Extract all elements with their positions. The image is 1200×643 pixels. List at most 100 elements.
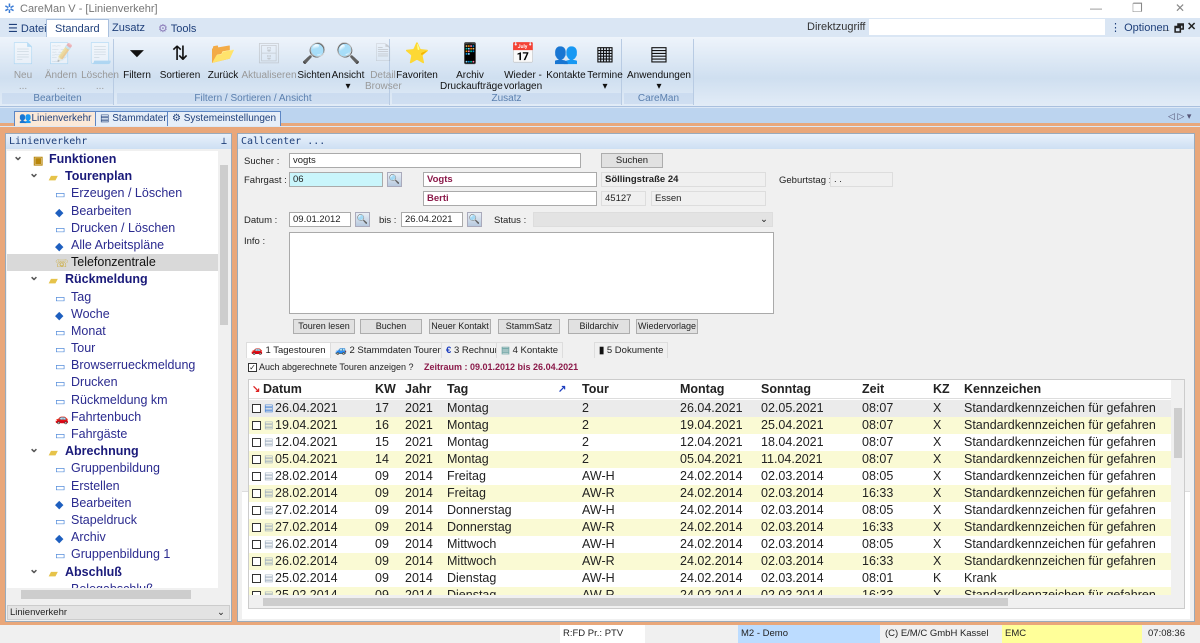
row-checkbox[interactable] <box>252 574 261 583</box>
tree-item[interactable]: ▭ Drucken / Löschen <box>7 220 218 237</box>
tree-vertical-scrollbar[interactable] <box>218 151 230 588</box>
tree-item[interactable]: ▭ Erzeugen / Löschen <box>7 185 218 202</box>
doctab-systemeinstellungen[interactable]: ⚙ Systemeinstellungen <box>167 111 282 126</box>
show-billed-checkbox[interactable]: ✓ Auch abgerechnete Touren anzeigen ? <box>248 362 413 372</box>
scroll-thumb[interactable] <box>21 590 191 599</box>
datum-von-picker-button[interactable]: 🔍 <box>355 212 370 227</box>
ribbon-button-anwendungen[interactable]: ▤ Anwendungen ▾ <box>626 41 692 92</box>
chevron-down-icon[interactable]: ⌄ <box>13 151 23 165</box>
tree-item[interactable]: ◆ Alle Arbeitspläne <box>7 237 218 254</box>
tree-item[interactable]: ▭ Stapeldruck <box>7 512 218 529</box>
tree-item[interactable]: ▭ Monat <box>7 323 218 340</box>
datum-von-input[interactable]: 09.01.2012 <box>289 212 351 227</box>
chevron-down-icon[interactable]: ⌄ <box>29 440 39 457</box>
tree-item[interactable]: ⌄ ▰ Abschluß <box>7 561 218 581</box>
direktzugriff-input[interactable] <box>869 19 1105 35</box>
tab-zusatz[interactable]: Zusatz <box>104 19 153 37</box>
ribbon-button-wieder[interactable]: 📅 Wieder - vorlagen <box>500 41 546 92</box>
button-bildarchiv[interactable]: Bildarchiv <box>568 319 630 334</box>
scroll-thumb[interactable] <box>1174 408 1182 458</box>
row-checkbox[interactable] <box>252 455 261 464</box>
tree-item[interactable]: ⌄ ▰ Abrechnung <box>7 440 218 460</box>
tree-item[interactable]: ▭ Tour <box>7 340 218 357</box>
ribbon-button-filtern[interactable]: ⏷ Filtern <box>119 41 155 81</box>
doctab-stammdaten[interactable]: ▤ Stammdaten <box>95 111 174 126</box>
doctab-linienverkehr[interactable]: 👥Linienverkehr <box>14 111 97 126</box>
tree-item[interactable]: ⌄ ▰ Rückmeldung <box>7 268 218 288</box>
chevron-down-icon[interactable]: ⌄ <box>29 561 39 578</box>
result-tab-2[interactable]: 🚙 2 Stammdaten Touren <box>330 342 448 358</box>
maximize-button[interactable]: ❐ <box>1132 1 1143 15</box>
row-checkbox[interactable] <box>252 506 261 515</box>
table-row[interactable]: ▤ 28.02.2014 09 2014 Freitag AW-R 24.02.2014 02… <box>249 485 1171 502</box>
status-select[interactable]: ⌄ <box>533 212 773 227</box>
row-checkbox[interactable] <box>252 421 261 430</box>
tab-tools[interactable]: ⚙ Tools <box>150 19 204 37</box>
table-horizontal-scrollbar[interactable] <box>249 595 1184 608</box>
result-tab-5[interactable]: ▮ 5 Dokumente <box>594 342 669 358</box>
ribbon-button-ändern[interactable]: 📝 Ändern... <box>42 41 80 92</box>
ribbon-button-zurück[interactable]: 📂 Zurück <box>205 41 241 81</box>
column-header-montag[interactable]: Montag <box>680 380 724 399</box>
tree-item[interactable]: ▭ Rückmeldung km <box>7 392 218 409</box>
datum-bis-picker-button[interactable]: 🔍 <box>467 212 482 227</box>
tree-item[interactable]: ⌄ ▰ Tourenplan <box>7 166 218 185</box>
column-header-tour[interactable]: Tour <box>582 380 609 399</box>
tab-scroll-arrows[interactable]: ◁ ▷ ▾ <box>1168 111 1191 122</box>
sucher-input[interactable]: vogts <box>289 153 581 168</box>
button-buchen[interactable]: Buchen <box>360 319 422 334</box>
column-header-zeit[interactable]: Zeit <box>862 380 884 399</box>
ribbon-button-sortieren[interactable]: ⇅ Sortieren <box>155 41 205 81</box>
result-tab-4[interactable]: ▤ 4 Kontakte <box>496 342 564 358</box>
row-checkbox[interactable] <box>252 557 261 566</box>
scroll-thumb[interactable] <box>263 598 1008 606</box>
tree-item[interactable]: ▭Belegabschluß <box>7 581 218 588</box>
ribbon-button-kontakte[interactable]: 👥 Kontakte <box>546 41 586 81</box>
column-header-datum[interactable]: Datum <box>263 380 302 399</box>
column-header-kw[interactable]: KW <box>375 380 396 399</box>
ribbon-button-favoriten[interactable]: ⭐ Favoriten <box>394 41 440 81</box>
table-row[interactable]: ▤ 25.02.2014 09 2014 Dienstag AW-H 24.02.2014 0… <box>249 570 1171 587</box>
minimize-button[interactable]: — <box>1090 1 1102 15</box>
column-header-tag[interactable]: Tag <box>447 380 468 399</box>
table-row[interactable]: ▤ 26.02.2014 09 2014 Mittwoch AW-H 24.02.2014 0… <box>249 536 1171 553</box>
module-select[interactable]: Linienverkehr ⌄ <box>7 605 230 620</box>
table-row[interactable]: ▤ 28.02.2014 09 2014 Freitag AW-H 24.02.2014 02… <box>249 468 1171 485</box>
table-row[interactable]: ▤ 26.02.2014 09 2014 Mittwoch AW-R 24.02.2014 0… <box>249 553 1171 570</box>
column-header-kz[interactable]: KZ <box>933 380 950 399</box>
close-button[interactable]: ✕ <box>1175 1 1185 15</box>
row-checkbox[interactable] <box>252 404 261 413</box>
tree-horizontal-scrollbar[interactable] <box>7 588 230 601</box>
button-neuer-kontakt[interactable]: Neuer Kontakt <box>429 319 491 334</box>
tree-item[interactable]: ◆ Woche <box>7 306 218 323</box>
table-row[interactable]: ▤ 05.04.2021 14 2021 Montag 2 05.04.2021 11.04.… <box>249 451 1171 468</box>
tab-standard[interactable]: Standard <box>46 19 109 37</box>
tree-item[interactable]: ▭ Erstellen <box>7 478 218 495</box>
button-wiedervorlage[interactable]: Wiedervorlage <box>636 319 698 334</box>
ribbon-button-neu[interactable]: 📄 Neu... <box>4 41 42 92</box>
pin-icon[interactable]: ⊥ <box>221 136 227 147</box>
tree-item[interactable]: ▭ Browserrueckmeldung <box>7 357 218 374</box>
tree-item[interactable]: ◆ Bearbeiten <box>7 495 218 512</box>
datum-bis-input[interactable]: 26.04.2021 <box>401 212 463 227</box>
chevron-down-icon[interactable]: ⌄ <box>29 268 39 285</box>
ribbon-button-aktualiseren[interactable]: 🗄 Aktualiseren <box>241 41 297 81</box>
tree-item[interactable]: ▭ Tag <box>7 289 218 306</box>
tree-item[interactable]: ▭ Drucken <box>7 374 218 391</box>
tree-item[interactable]: ▭ Gruppenbildung <box>7 460 218 477</box>
info-textarea[interactable] <box>289 232 774 314</box>
ribbon-button-ansicht[interactable]: 🔍 Ansicht ▾ <box>331 41 365 92</box>
tree-item[interactable]: 🚗 Fahrtenbuch <box>7 409 218 426</box>
scroll-thumb[interactable] <box>220 165 228 325</box>
fahrgast-input[interactable]: 06 <box>289 172 383 187</box>
mdi-minimize-button[interactable]: _ <box>1163 20 1169 32</box>
table-row[interactable]: ▤ 26.04.2021 17 2021 Montag 2 26.04.2021 02.05.… <box>249 400 1171 417</box>
ribbon-button-archiv[interactable]: 📱 Archiv Druckaufträge <box>440 41 503 92</box>
ribbon-button-sichten[interactable]: 🔎 Sichten <box>297 41 331 81</box>
optionen-menu[interactable]: ⋮ Optionen <box>1110 21 1169 34</box>
table-row[interactable]: ▤ 27.02.2014 09 2014 Donnerstag AW-H 24.02.201… <box>249 502 1171 519</box>
tree-item[interactable]: ◆ Archiv <box>7 529 218 546</box>
row-checkbox[interactable] <box>252 540 261 549</box>
column-header-jahr[interactable]: Jahr <box>405 380 431 399</box>
mdi-close-button[interactable]: ✕ <box>1187 20 1196 33</box>
